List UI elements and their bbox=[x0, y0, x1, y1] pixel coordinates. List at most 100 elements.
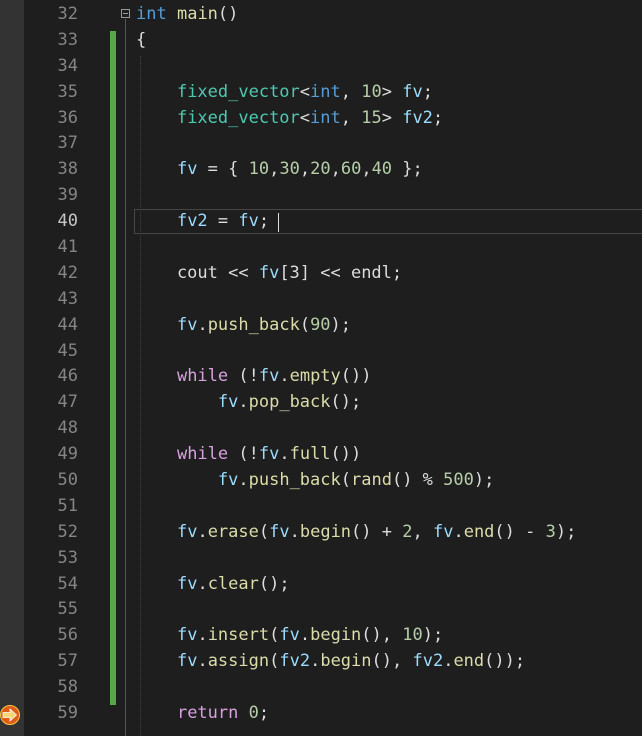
code-token: 40 bbox=[371, 159, 393, 180]
code-line[interactable]: 38 fv = { 10,30,20,60,40 }; bbox=[0, 157, 642, 183]
code-token: fv bbox=[258, 366, 280, 387]
code-token: 20 bbox=[310, 159, 331, 180]
line-number: 32 bbox=[57, 4, 78, 24]
line-number: 49 bbox=[57, 444, 78, 465]
code-text[interactable]: fv2 = fv; bbox=[136, 209, 269, 235]
code-line[interactable]: 44 fv.push_back(90); bbox=[0, 313, 642, 339]
code-text[interactable]: fv.push_back(rand() % 500); bbox=[136, 468, 494, 494]
line-number: 46 bbox=[57, 366, 78, 387]
code-line[interactable]: 32 int main() bbox=[0, 2, 642, 28]
code-token: begin bbox=[299, 521, 352, 542]
code-line[interactable]: 48 bbox=[0, 416, 642, 442]
code-editor[interactable]: 32 int main() 33{34 35 fixed_vector<int, 10… bbox=[0, 0, 642, 736]
code-token: fixed_vector bbox=[176, 107, 300, 128]
code-token: cout << bbox=[136, 262, 259, 283]
code-token: 10 bbox=[248, 159, 270, 180]
code-token: clear bbox=[207, 573, 259, 594]
code-line[interactable]: 47 fv.pop_back(); bbox=[0, 390, 642, 416]
code-token: . bbox=[197, 651, 208, 672]
code-token: ( bbox=[299, 314, 311, 335]
code-line[interactable]: 40 fv2 = fv; bbox=[0, 209, 642, 235]
code-text[interactable]: fv.pop_back(); bbox=[136, 390, 361, 416]
code-token: fv2 bbox=[176, 211, 208, 232]
code-token: begin bbox=[320, 651, 372, 672]
line-number: 48 bbox=[57, 418, 78, 439]
code-line[interactable]: 35 fixed_vector<int, 10> fv; bbox=[0, 80, 642, 106]
code-token: ; bbox=[258, 211, 270, 232]
code-text[interactable]: cout << fv[3] << endl; bbox=[136, 261, 402, 287]
code-line[interactable]: 43 bbox=[0, 287, 642, 313]
code-token: 15 bbox=[361, 107, 382, 128]
code-token: . bbox=[197, 625, 208, 646]
code-line[interactable]: 41 bbox=[0, 235, 642, 261]
code-line[interactable]: 42 cout << fv[3] << endl; bbox=[0, 261, 642, 287]
code-token: fv bbox=[176, 314, 198, 335]
code-line[interactable]: 58 bbox=[0, 675, 642, 701]
code-token: = { bbox=[197, 159, 249, 180]
code-token: { bbox=[136, 29, 147, 50]
code-token: begin bbox=[310, 625, 362, 646]
code-token: ; bbox=[422, 81, 433, 102]
code-line[interactable]: 55 bbox=[0, 597, 642, 623]
code-token: end bbox=[453, 651, 485, 672]
line-number: 35 bbox=[57, 81, 78, 102]
code-token: 10 bbox=[402, 625, 423, 646]
code-line[interactable]: 59 return 0; bbox=[0, 701, 642, 727]
code-text[interactable]: fv.clear(); bbox=[136, 572, 290, 598]
code-line[interactable]: 39 bbox=[0, 183, 642, 209]
code-text[interactable]: while (!fv.full()) bbox=[136, 442, 361, 468]
code-token: , bbox=[299, 159, 311, 180]
code-token: while bbox=[176, 366, 229, 387]
line-number: 56 bbox=[57, 625, 78, 646]
code-line[interactable]: 53 bbox=[0, 546, 642, 572]
line-number: 40 bbox=[57, 211, 78, 232]
code-text[interactable]: fv.insert(fv.begin(), 10); bbox=[136, 623, 443, 649]
code-token: ); bbox=[555, 521, 577, 542]
code-token: fv bbox=[176, 625, 198, 646]
line-number: 59 bbox=[57, 703, 78, 724]
code-token: full bbox=[289, 444, 331, 465]
code-token: fv bbox=[176, 651, 198, 672]
code-line[interactable]: 36 fixed_vector<int, 15> fv2; bbox=[0, 106, 642, 132]
code-text[interactable]: fv.assign(fv2.begin(), fv2.end()); bbox=[136, 649, 525, 675]
code-line[interactable]: 54 fv.clear(); bbox=[0, 572, 642, 598]
code-line[interactable]: 34 bbox=[0, 54, 642, 80]
code-text[interactable]: fv.push_back(90); bbox=[136, 313, 351, 339]
code-text[interactable]: fv = { 10,30,20,60,40 }; bbox=[136, 157, 423, 183]
code-text[interactable]: fixed_vector<int, 10> fv; bbox=[136, 80, 433, 106]
code-line[interactable]: 51 bbox=[0, 494, 642, 520]
code-line[interactable]: 50 fv.push_back(rand() % 500); bbox=[0, 468, 642, 494]
code-token: < bbox=[299, 81, 311, 102]
line-number: 36 bbox=[57, 107, 78, 128]
code-lines[interactable]: 32 int main() 33{34 35 fixed_vector<int, 10… bbox=[0, 2, 642, 727]
code-text[interactable]: fv.erase(fv.begin() + 2, fv.end() - 3); bbox=[136, 520, 576, 546]
code-text[interactable]: int main() bbox=[136, 2, 238, 28]
code-line[interactable]: 52 fv.erase(fv.begin() + 2, fv.end() - 3… bbox=[0, 520, 642, 546]
code-line[interactable]: 57 fv.assign(fv2.begin(), fv2.end()); bbox=[0, 649, 642, 675]
code-text[interactable]: return 0; bbox=[136, 701, 269, 727]
code-token: fv bbox=[238, 211, 259, 232]
line-number: 33 bbox=[57, 29, 78, 50]
code-token: fv bbox=[432, 521, 454, 542]
code-line[interactable]: 56 fv.insert(fv.begin(), 10); bbox=[0, 623, 642, 649]
execution-pointer-icon[interactable] bbox=[0, 705, 20, 725]
line-number: 42 bbox=[57, 262, 78, 283]
code-line[interactable]: 45 bbox=[0, 339, 642, 365]
code-text[interactable]: { bbox=[136, 28, 146, 54]
code-token: empty bbox=[289, 366, 341, 387]
code-token: 3 bbox=[545, 521, 556, 542]
code-token: assign bbox=[207, 651, 270, 672]
line-number: 38 bbox=[57, 159, 78, 180]
code-token: 2 bbox=[402, 521, 413, 542]
code-line[interactable]: 46 while (!fv.empty()) bbox=[0, 364, 642, 390]
line-number: 51 bbox=[57, 495, 78, 516]
code-line[interactable]: 37 bbox=[0, 131, 642, 157]
code-text[interactable]: fixed_vector<int, 15> fv2; bbox=[136, 106, 443, 132]
code-token: insert bbox=[207, 625, 270, 646]
code-text[interactable]: while (!fv.empty()) bbox=[136, 364, 372, 390]
code-line[interactable]: 49 while (!fv.full()) bbox=[0, 442, 642, 468]
code-line[interactable]: 33 { bbox=[0, 28, 642, 54]
